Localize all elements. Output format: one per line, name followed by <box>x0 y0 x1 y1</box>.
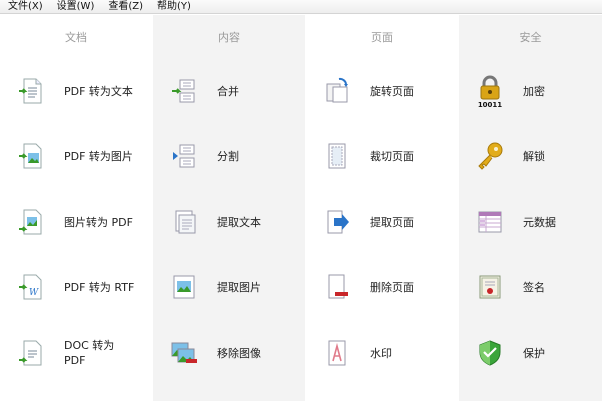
tool-label: PDF 转为图片 <box>64 149 133 163</box>
tool-image-to-pdf[interactable]: 图片转为 PDF <box>14 202 150 242</box>
merge-icon <box>167 74 201 108</box>
tool-label: 元数据 <box>523 215 556 229</box>
key-icon <box>473 139 507 173</box>
watermark-icon <box>320 336 354 370</box>
tool-metadata[interactable]: 元数据 <box>473 202 602 242</box>
tool-label: 裁切页面 <box>370 149 414 163</box>
tool-unlock[interactable]: 解锁 <box>473 136 602 176</box>
remove-image-icon <box>167 336 201 370</box>
tool-doc-to-pdf[interactable]: DOC 转为 PDF <box>14 333 150 373</box>
tool-label: 移除图像 <box>217 346 261 360</box>
menu-help[interactable]: 帮助(Y) <box>157 0 191 14</box>
pdf-to-image-icon <box>14 139 48 173</box>
tool-label: 提取图片 <box>217 280 261 294</box>
doc-to-pdf-icon <box>14 336 48 370</box>
tool-extract-text[interactable]: 提取文本 <box>167 202 303 242</box>
menu-file[interactable]: 文件(X) <box>8 0 43 14</box>
tool-pdf-to-text[interactable]: PDF 转为文本 <box>14 71 150 111</box>
tool-label: 旋转页面 <box>370 84 414 98</box>
tool-rotate-page[interactable]: 旋转页面 <box>320 71 456 111</box>
tool-label: 提取页面 <box>370 215 414 229</box>
column-title: 内容 <box>218 31 240 44</box>
tool-pdf-to-image[interactable]: PDF 转为图片 <box>14 136 150 176</box>
tool-encrypt[interactable]: 10011 加密 <box>473 71 602 111</box>
tool-label: 水印 <box>370 346 392 360</box>
tool-label: 分割 <box>217 149 239 163</box>
menu-bar: 文件(X) 设置(W) 查看(Z) 帮助(Y) <box>0 0 602 14</box>
tool-label: 提取文本 <box>217 215 261 229</box>
extract-page-icon <box>320 205 354 239</box>
tool-extract-page[interactable]: 提取页面 <box>320 202 456 242</box>
column-document: 文档 PDF 转为文本 PDF 转为图片 图片转为 PDF W PDF 转为 R… <box>0 15 152 401</box>
crop-page-icon <box>320 139 354 173</box>
column-security: 安全 10011 加密 解锁 元数据 签名 保护 <box>459 15 602 401</box>
tool-label: 合并 <box>217 84 239 98</box>
shield-icon <box>473 336 507 370</box>
tool-protect[interactable]: 保护 <box>473 333 602 373</box>
tool-extract-image[interactable]: 提取图片 <box>167 267 303 307</box>
tool-delete-page[interactable]: 删除页面 <box>320 267 456 307</box>
tool-sign[interactable]: 签名 <box>473 267 602 307</box>
lock-icon-text: 10011 <box>478 101 502 108</box>
tool-split[interactable]: 分割 <box>167 136 303 176</box>
extract-image-icon <box>167 270 201 304</box>
tool-label: DOC 转为 PDF <box>64 339 115 367</box>
column-title: 页面 <box>371 31 393 44</box>
tool-label: 加密 <box>523 84 545 98</box>
tool-label: PDF 转为 RTF <box>64 280 135 294</box>
tool-crop-page[interactable]: 裁切页面 <box>320 136 456 176</box>
svg-text:W: W <box>29 288 39 298</box>
tool-merge[interactable]: 合并 <box>167 71 303 111</box>
tool-remove-image[interactable]: 移除图像 <box>167 333 303 373</box>
tool-label: 解锁 <box>523 149 545 163</box>
metadata-icon <box>473 205 507 239</box>
split-icon <box>167 139 201 173</box>
certificate-icon <box>473 270 507 304</box>
tool-watermark[interactable]: 水印 <box>320 333 456 373</box>
lock-icon: 10011 <box>473 74 507 108</box>
tool-label: 图片转为 PDF <box>64 215 133 229</box>
tool-label: 签名 <box>523 280 545 294</box>
rotate-page-icon <box>320 74 354 108</box>
menu-settings[interactable]: 设置(W) <box>57 0 95 14</box>
column-content: 内容 合并 分割 提取文本 提取图片 移除图像 <box>153 15 305 401</box>
image-to-pdf-icon <box>14 205 48 239</box>
column-title: 文档 <box>65 31 87 44</box>
tool-label: 保护 <box>523 346 545 360</box>
pdf-to-rtf-icon: W <box>14 270 48 304</box>
menu-view[interactable]: 查看(Z) <box>108 0 143 14</box>
tool-label: 删除页面 <box>370 280 414 294</box>
tool-pdf-to-rtf[interactable]: W PDF 转为 RTF <box>14 267 150 307</box>
column-title: 安全 <box>519 31 542 44</box>
extract-text-icon <box>167 205 201 239</box>
column-page: 页面 旋转页面 裁切页面 提取页面 删除页面 水印 <box>306 15 458 401</box>
delete-page-icon <box>320 270 354 304</box>
pdf-to-text-icon <box>14 74 48 108</box>
tool-label: PDF 转为文本 <box>64 84 133 98</box>
